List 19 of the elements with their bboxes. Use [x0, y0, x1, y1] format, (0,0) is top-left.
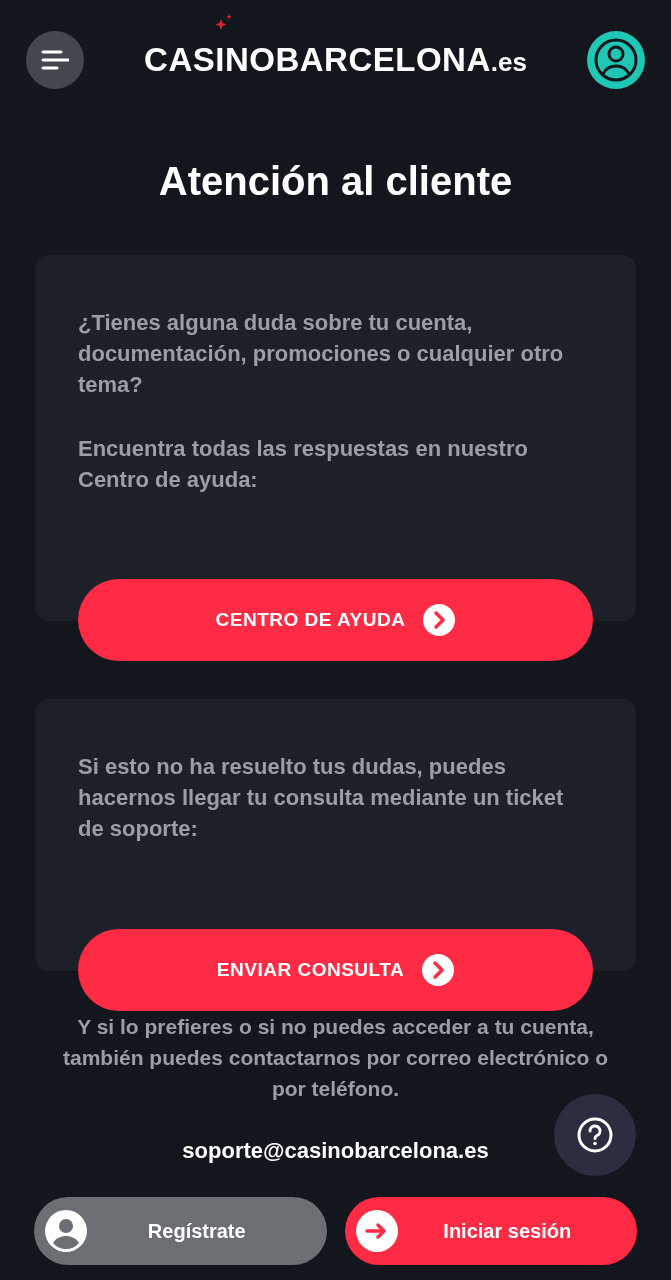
contact-text: Y si lo prefieres o si no puedes acceder a tu cuenta, también puedes contactarnos por correo electrónico o por teléfono. — [62, 1014, 609, 1102]
user-icon — [593, 37, 639, 83]
logo-suffix: .es — [490, 46, 527, 80]
card-text: Encuentra todas las respuestas en nuestro Centro de ayuda: — [78, 435, 529, 494]
action-button[interactable]: CENTRO DE AYUDA — [78, 579, 593, 661]
card-text: Si esto no ha resuelto tus dudas, puedes hacernos llegar tu consulta mediante un ticket de soporte: — [78, 753, 565, 843]
logo-text: CASINOBARCELONA — [144, 40, 491, 81]
card-text: ¿Tienes alguna duda sobre tu cuenta, documentación, promociones o cualquier otro tema? — [78, 309, 565, 399]
menu-icon — [41, 50, 69, 70]
page-title: Atención al cliente — [157, 161, 514, 201]
user-icon — [45, 1210, 87, 1252]
register-button[interactable]: Regístrate — [34, 1197, 327, 1265]
login-button[interactable]: Iniciar sesión — [344, 1197, 637, 1265]
help-icon — [577, 1117, 613, 1153]
email-link[interactable]: soporte@casinobarcelona.es — [0, 1134, 671, 1167]
action-button[interactable]: ENVIAR CONSULTA — [78, 929, 593, 1011]
chevron-icon — [422, 954, 455, 986]
chevron-icon — [423, 604, 456, 636]
profile-button[interactable] — [587, 31, 645, 89]
